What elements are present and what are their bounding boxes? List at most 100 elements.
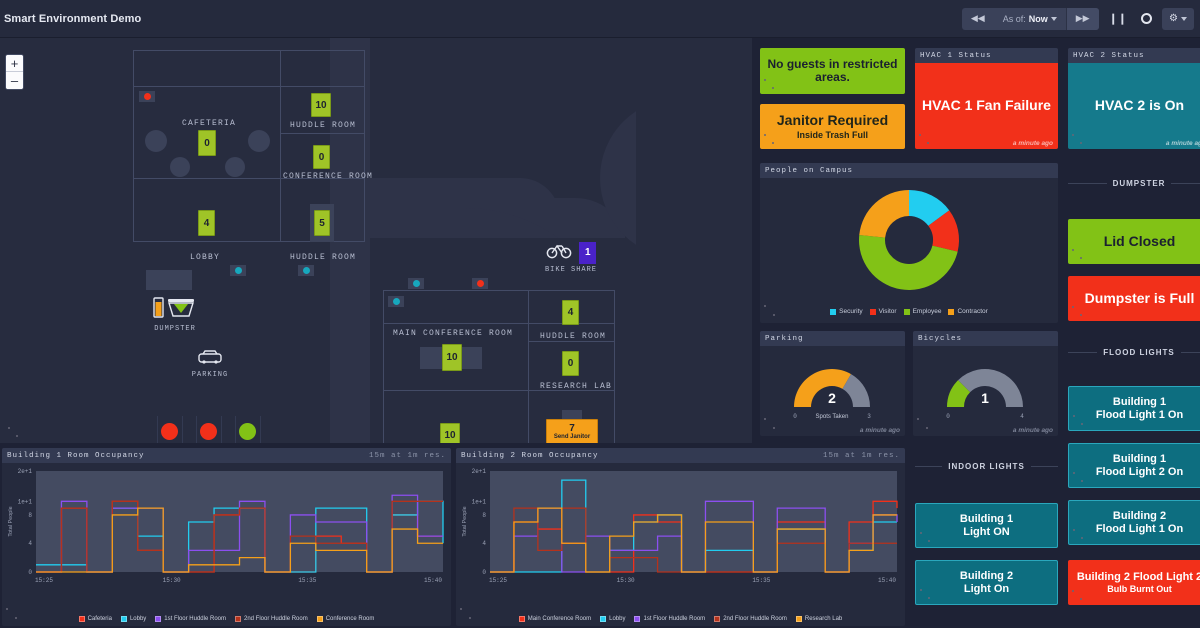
room-occupancy-badge[interactable]: 0 bbox=[313, 145, 330, 169]
tile-handle[interactable] bbox=[1072, 306, 1074, 308]
pause-icon[interactable]: ❙❙ bbox=[1105, 8, 1131, 30]
tile-handle[interactable] bbox=[1072, 249, 1074, 251]
dumpster-full-tile[interactable]: Dumpster is Full bbox=[1068, 276, 1200, 321]
time-selector[interactable]: As of: Now bbox=[994, 8, 1066, 30]
bicycles-gauge-panel[interactable]: Bicycles 1 0 4 a minute ago bbox=[913, 331, 1058, 436]
zoom-in-button[interactable]: + bbox=[6, 55, 23, 72]
tile-handle[interactable] bbox=[1073, 415, 1075, 417]
parking-gauge[interactable]: 2 0 3 Spots Taken bbox=[760, 349, 905, 429]
legend-item-security[interactable]: Security bbox=[830, 308, 863, 315]
panel-handle[interactable] bbox=[764, 418, 766, 420]
legend-item[interactable]: 2nd Floor Huddle Room bbox=[235, 616, 308, 622]
panel-handle[interactable] bbox=[917, 418, 919, 420]
building1-occupancy-panel[interactable]: Building 1 Room Occupancy 15m at 1m res.… bbox=[2, 448, 451, 626]
legend-item[interactable]: Lobby bbox=[120, 616, 146, 622]
hvac1-panel[interactable]: HVAC 1 Status HVAC 1 Fan Failure a minut… bbox=[915, 48, 1058, 149]
tile-handle[interactable] bbox=[764, 79, 766, 81]
legend-item[interactable]: Conference Room bbox=[316, 616, 374, 622]
room-occupancy-badge[interactable]: 0 bbox=[562, 351, 579, 376]
tile-handle[interactable] bbox=[764, 134, 766, 136]
panel-handle[interactable] bbox=[773, 314, 775, 316]
rewind-icon[interactable]: ◀◀ bbox=[962, 8, 994, 30]
legend-item[interactable]: Cafeteria bbox=[78, 616, 112, 622]
donut-slice-contractor[interactable] bbox=[859, 190, 909, 238]
zoom-out-button[interactable]: – bbox=[6, 72, 23, 89]
tile-handle[interactable] bbox=[1081, 480, 1083, 482]
campus-map[interactable]: + – CAFETERIA 0 HUDDLE ROOM 10 CONFERENC… bbox=[0, 38, 752, 443]
room-occupancy-badge[interactable]: 10 bbox=[442, 344, 462, 371]
legend-item[interactable]: 1st Floor Huddle Room bbox=[634, 616, 705, 622]
panel-handle[interactable] bbox=[773, 427, 775, 429]
building2-occupancy-panel[interactable]: Building 2 Room Occupancy 15m at 1m res.… bbox=[456, 448, 905, 626]
room-occupancy-badge[interactable]: 4 bbox=[198, 210, 215, 236]
panel-handle[interactable] bbox=[469, 617, 471, 619]
building2-chart-plot[interactable]: 0 4 8 1e+1 2e+1 15:25 15:30 15:35 15:40 Total Peo… bbox=[456, 463, 905, 598]
floodlight-tile-b2f2[interactable]: Building 2 Flood Light 2 Bulb Burnt Out bbox=[1068, 560, 1200, 605]
floodlight-tile-b1f1[interactable]: Building 1 Flood Light 1 On bbox=[1068, 386, 1200, 431]
indoorlight-tile-b1[interactable]: Building 1 Light ON bbox=[915, 503, 1058, 548]
tile-handle[interactable] bbox=[1080, 314, 1082, 316]
door-sensor-closed[interactable] bbox=[408, 278, 424, 289]
poi-bike-share[interactable]: 1 BIKE SHARE bbox=[535, 241, 607, 274]
poi-parking[interactable]: PARKING bbox=[182, 350, 238, 379]
janitor-alert-tile[interactable]: Janitor Required Inside Trash Full bbox=[760, 104, 905, 149]
indoorlight-tile-b2[interactable]: Building 2 Light On bbox=[915, 560, 1058, 605]
tile-handle[interactable] bbox=[1073, 472, 1075, 474]
door-sensor-open[interactable] bbox=[472, 278, 488, 289]
map-handle[interactable] bbox=[8, 427, 10, 429]
record-icon[interactable] bbox=[1137, 8, 1156, 30]
hvac1-status-tile[interactable]: HVAC 1 Fan Failure a minute ago bbox=[915, 63, 1058, 149]
panel-handle[interactable] bbox=[15, 617, 17, 619]
panel-handle[interactable] bbox=[927, 142, 929, 144]
legend-item[interactable]: Main Conference Room bbox=[518, 616, 591, 622]
panel-handle[interactable] bbox=[926, 427, 928, 429]
room-occupancy-badge[interactable]: 10 bbox=[440, 423, 460, 443]
legend-item-visitor[interactable]: Visitor bbox=[869, 308, 897, 315]
door-sensor-closed[interactable] bbox=[388, 296, 404, 307]
settings-menu[interactable]: ⚙ bbox=[1162, 7, 1194, 30]
parking-gauge-panel[interactable]: Parking 2 0 3 Spots Taken a minute ago bbox=[760, 331, 905, 436]
guests-status-tile[interactable]: No guests in restricted areas. bbox=[760, 48, 905, 94]
bicycles-gauge[interactable]: 1 0 4 bbox=[913, 349, 1058, 429]
door-sensor-closed[interactable] bbox=[230, 265, 246, 276]
panel-handle[interactable] bbox=[460, 608, 462, 610]
hvac2-panel[interactable]: HVAC 2 Status HVAC 2 is On a minute ago bbox=[1068, 48, 1200, 149]
bike-count-badge[interactable]: 1 bbox=[579, 241, 597, 264]
map-handle[interactable] bbox=[16, 435, 18, 437]
hvac2-status-tile[interactable]: HVAC 2 is On a minute ago bbox=[1068, 63, 1200, 149]
panel-handle[interactable] bbox=[764, 305, 766, 307]
door-sensor-closed[interactable] bbox=[298, 265, 314, 276]
room-alert-badge[interactable]: 7 Send Janitor bbox=[546, 419, 598, 443]
room-occupancy-badge[interactable]: 0 bbox=[198, 130, 216, 156]
tile-handle[interactable] bbox=[772, 142, 774, 144]
legend-item-employee[interactable]: Employee bbox=[903, 308, 941, 315]
room-occupancy-badge[interactable]: 10 bbox=[311, 93, 331, 117]
legend-item[interactable]: 2nd Floor Huddle Room bbox=[714, 616, 787, 622]
door-sensor-open[interactable] bbox=[139, 91, 155, 102]
poi-dumpster[interactable]: DUMPSTER bbox=[145, 296, 205, 333]
building1-chart-plot[interactable]: 0 4 8 1e+1 2e+1 15:25 15:30 15:35 15:40 Total Peo… bbox=[2, 463, 451, 598]
tile-handle[interactable] bbox=[1080, 598, 1082, 600]
tile-handle[interactable] bbox=[1081, 537, 1083, 539]
people-on-campus-panel[interactable]: People on Campus Security Visitor Employee… bbox=[760, 163, 1058, 323]
legend-item[interactable]: Lobby bbox=[600, 616, 625, 622]
tile-handle[interactable] bbox=[1073, 529, 1075, 531]
panel-handle[interactable] bbox=[919, 134, 921, 136]
tile-handle[interactable] bbox=[928, 597, 930, 599]
legend-item[interactable]: 1st Floor Huddle Room bbox=[155, 616, 226, 622]
tile-handle[interactable] bbox=[920, 589, 922, 591]
floodlight-tile-b1f2[interactable]: Building 1 Flood Light 2 On bbox=[1068, 443, 1200, 488]
room-occupancy-badge[interactable]: 5 bbox=[314, 210, 330, 236]
people-donut-chart[interactable] bbox=[760, 181, 1058, 301]
map-zoom-controls[interactable]: + – bbox=[5, 54, 24, 90]
legend-item-contractor[interactable]: Contractor bbox=[948, 308, 988, 315]
tile-handle[interactable] bbox=[772, 87, 774, 89]
tile-handle[interactable] bbox=[1081, 423, 1083, 425]
panel-handle[interactable] bbox=[1080, 142, 1082, 144]
tile-handle[interactable] bbox=[920, 532, 922, 534]
room-occupancy-badge[interactable]: 4 bbox=[562, 300, 579, 325]
dumpster-lid-tile[interactable]: Lid Closed bbox=[1068, 219, 1200, 264]
legend-item[interactable]: Research Lab bbox=[795, 616, 842, 622]
panel-handle[interactable] bbox=[1072, 134, 1074, 136]
tile-handle[interactable] bbox=[928, 540, 930, 542]
